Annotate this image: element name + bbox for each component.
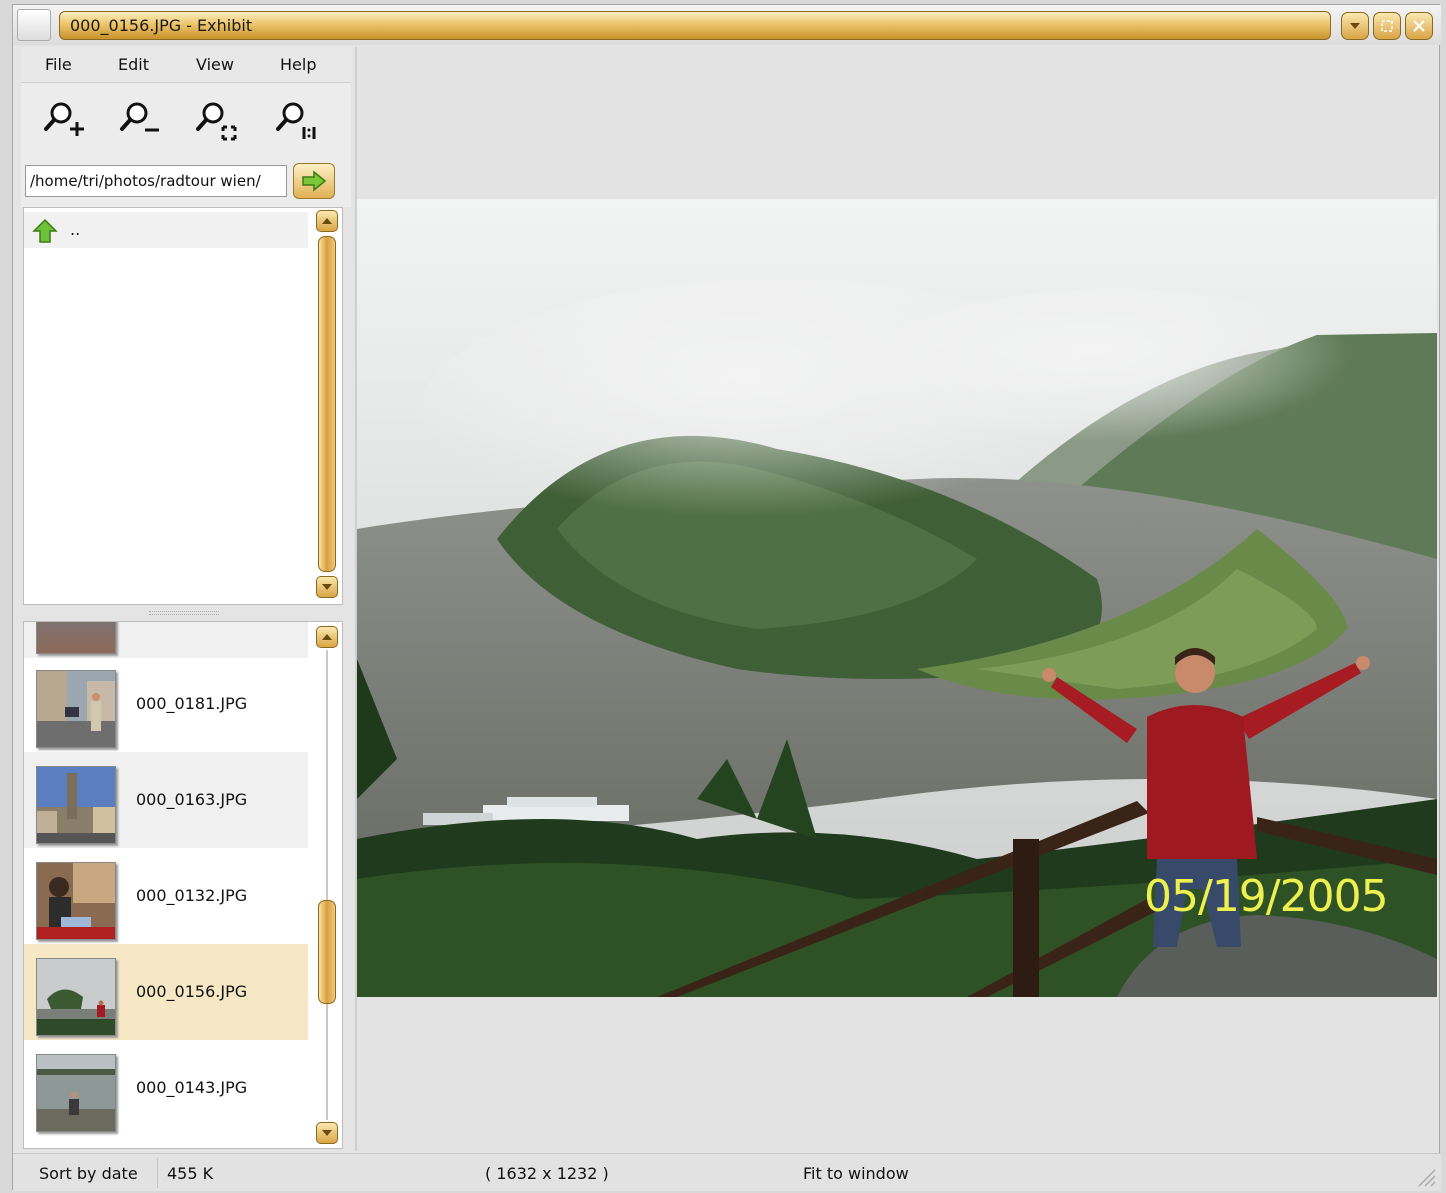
- thumbnail-name: 000_0156.JPG: [136, 982, 248, 1001]
- status-file-size: 455 K: [167, 1164, 214, 1183]
- app-window: 000_0156.JPG - Exhibit File Edit View He…: [12, 4, 1441, 1191]
- thumbnail-image: [36, 670, 116, 748]
- zoom-out-icon: [120, 102, 159, 132]
- status-zoom-mode: Fit to window: [803, 1164, 909, 1183]
- window-menu-button[interactable]: [17, 9, 51, 41]
- thumbnail-name: 000_0143.JPG: [136, 1078, 248, 1097]
- minimize-button[interactable]: [1341, 12, 1369, 40]
- photo-date-stamp: 05/19/2005: [1144, 871, 1389, 922]
- scroll-down-button[interactable]: [316, 576, 338, 598]
- thumbnail-image: [36, 862, 116, 940]
- zoom-fit-button[interactable]: [189, 95, 245, 147]
- scroll-thumb[interactable]: [318, 900, 336, 1004]
- list-item-selected[interactable]: 000_0156.JPG: [24, 944, 308, 1040]
- menu-view[interactable]: View: [196, 55, 234, 74]
- zoom-fit-icon: [196, 102, 237, 141]
- path-input[interactable]: [25, 165, 287, 197]
- list-item[interactable]: 000_0143.JPG: [24, 1040, 308, 1136]
- chevron-up-icon: [322, 218, 332, 224]
- resize-grip-icon[interactable]: [1413, 1164, 1437, 1188]
- panel-splitter[interactable]: [23, 607, 343, 621]
- zoom-actual-size-button[interactable]: [269, 95, 325, 147]
- zoom-in-button[interactable]: [37, 95, 93, 147]
- zoom-out-button[interactable]: [113, 95, 169, 147]
- go-button[interactable]: [293, 163, 335, 199]
- title-bar[interactable]: 000_0156.JPG - Exhibit: [13, 5, 1441, 45]
- thumbnail-scrollbar[interactable]: [314, 622, 340, 1148]
- toolbar: [21, 83, 351, 159]
- chevron-down-icon: [1350, 23, 1360, 29]
- maximize-icon: [1381, 20, 1393, 32]
- displayed-photo[interactable]: 05/19/2005: [357, 199, 1437, 997]
- scroll-up-button[interactable]: [316, 210, 338, 232]
- window-title: 000_0156.JPG - Exhibit: [70, 16, 253, 35]
- title-pill[interactable]: 000_0156.JPG - Exhibit: [59, 11, 1331, 40]
- path-row: [21, 159, 351, 207]
- arrow-up-icon: [32, 218, 58, 243]
- scroll-thumb[interactable]: [318, 236, 336, 572]
- close-icon: [1413, 20, 1425, 32]
- directory-scrollbar[interactable]: [314, 208, 340, 604]
- status-sort: Sort by date: [39, 1164, 138, 1183]
- status-bar: Sort by date 455 K ( 1632 x 1232 ) Fit t…: [13, 1153, 1441, 1191]
- directory-list[interactable]: ..: [23, 207, 343, 605]
- list-item[interactable]: 000_0163.JPG: [24, 752, 308, 848]
- directory-label: ..: [70, 220, 81, 239]
- scroll-down-button[interactable]: [316, 1122, 338, 1144]
- zoom-actual-size-icon: [276, 102, 316, 139]
- list-item[interactable]: ..: [24, 212, 308, 248]
- zoom-in-icon: [44, 102, 84, 136]
- list-item[interactable]: 000_0132.JPG: [24, 848, 308, 944]
- list-item[interactable]: [24, 622, 308, 658]
- left-panel: File Edit View Help /home/tri/photos/rad…: [21, 47, 351, 1151]
- thumbnail-name: 000_0181.JPG: [136, 694, 248, 713]
- chevron-down-icon: [322, 1130, 332, 1136]
- menu-file[interactable]: File: [45, 55, 72, 74]
- thumbnail-name: 000_0163.JPG: [136, 790, 248, 809]
- menu-help[interactable]: Help: [280, 55, 316, 74]
- status-dimensions: ( 1632 x 1232 ): [485, 1164, 609, 1183]
- image-viewer[interactable]: 05/19/2005: [355, 47, 1437, 1151]
- thumbnail-image: [36, 1054, 116, 1132]
- splitter-grip: [149, 611, 219, 615]
- scroll-track[interactable]: [326, 650, 328, 1120]
- maximize-button[interactable]: [1373, 12, 1401, 40]
- scroll-up-button[interactable]: [316, 626, 338, 648]
- chevron-up-icon: [322, 634, 332, 640]
- status-separator: [157, 1158, 158, 1188]
- arrow-right-icon: [302, 170, 327, 192]
- thumbnail-image: [36, 622, 116, 654]
- menu-edit[interactable]: Edit: [118, 55, 149, 74]
- chevron-down-icon: [322, 584, 332, 590]
- close-button[interactable]: [1405, 12, 1433, 40]
- thumbnail-image: [36, 766, 116, 844]
- thumbnail-list[interactable]: 000_0181.JPG 000_0163.JPG 000_0132.JPG 0…: [23, 621, 343, 1149]
- menu-bar: File Edit View Help: [21, 47, 351, 83]
- thumbnail-image: [36, 958, 116, 1036]
- list-item[interactable]: 000_0181.JPG: [24, 656, 308, 752]
- thumbnail-name: 000_0132.JPG: [136, 886, 248, 905]
